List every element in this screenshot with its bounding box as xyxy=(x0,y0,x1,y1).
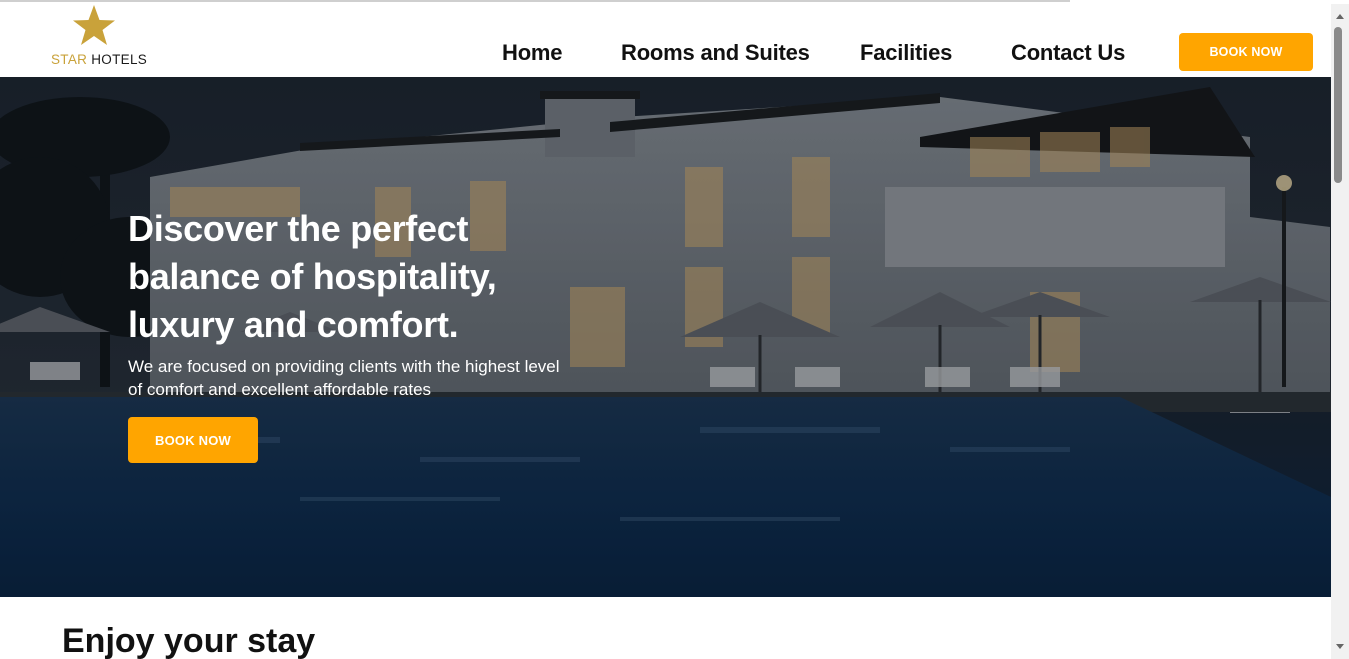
enjoy-your-stay-heading: Enjoy your stay xyxy=(62,622,316,659)
site-logo[interactable]: STAR HOTELS xyxy=(50,4,147,72)
nav-contact-us[interactable]: Contact Us xyxy=(1011,40,1125,66)
nav-facilities[interactable]: Facilities xyxy=(860,40,952,66)
star-icon xyxy=(73,5,115,45)
page: STAR HOTELS Home Rooms and Suites Facili… xyxy=(0,4,1331,659)
logo-wordmark: STAR HOTELS xyxy=(51,52,147,67)
site-header: STAR HOTELS Home Rooms and Suites Facili… xyxy=(0,4,1331,77)
nav-home[interactable]: Home xyxy=(502,40,563,66)
browser-viewport: STAR HOTELS Home Rooms and Suites Facili… xyxy=(0,0,1349,659)
vertical-scrollbar[interactable] xyxy=(1331,4,1349,659)
scroll-up-arrow-icon[interactable] xyxy=(1336,14,1344,19)
logo-word-star: STAR xyxy=(51,52,88,67)
top-divider xyxy=(0,0,1070,2)
hero-title: Discover the perfect balance of hospital… xyxy=(128,208,497,345)
header-book-now-button[interactable]: BOOK NOW xyxy=(1179,33,1313,71)
hero-section: Discover the perfect balance of hospital… xyxy=(0,77,1331,597)
scroll-down-arrow-icon[interactable] xyxy=(1336,644,1344,649)
hero-subtitle: We are focused on providing clients with… xyxy=(128,357,560,399)
scrollbar-thumb[interactable] xyxy=(1334,27,1342,183)
logo-word-hotels: HOTELS xyxy=(87,52,148,67)
nav-rooms-and-suites[interactable]: Rooms and Suites xyxy=(621,40,810,66)
hero-book-now-button[interactable]: BOOK NOW xyxy=(128,417,258,463)
